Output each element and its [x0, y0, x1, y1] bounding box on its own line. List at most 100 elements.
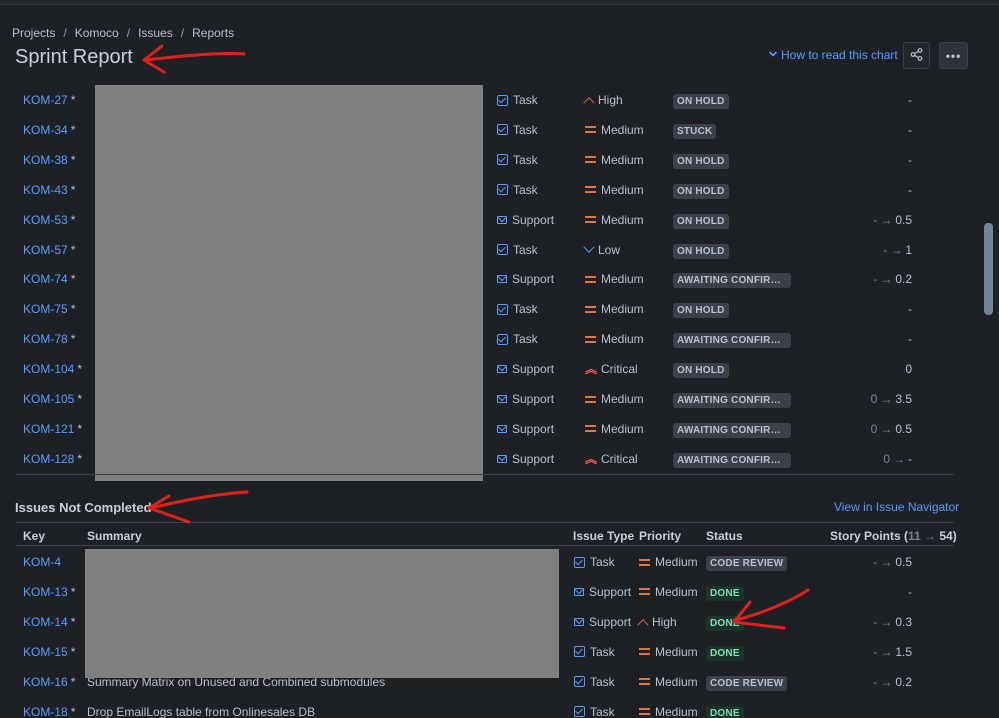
column-header-issue-type[interactable]: Issue Type [573, 529, 634, 543]
breadcrumb-separator: / [126, 26, 131, 40]
points-from: - [873, 644, 878, 659]
issue-type-label: Support [512, 272, 555, 287]
breadcrumb-link-projects[interactable]: Projects [12, 26, 55, 40]
task-checkbox-icon [574, 706, 585, 717]
issue-key-link[interactable]: KOM-4 [23, 555, 61, 569]
issue-key-link[interactable]: KOM-38 * [23, 153, 75, 167]
issue-type-cell: Task [497, 332, 538, 346]
issue-key-link[interactable]: KOM-105 * [23, 392, 82, 406]
issue-key-link[interactable]: KOM-14 * [23, 615, 75, 629]
points-arrow-icon: → [893, 451, 905, 466]
more-actions-button[interactable]: ••• [939, 42, 968, 69]
support-envelope-icon [574, 587, 584, 596]
issue-type-label: Task [513, 302, 538, 317]
issue-type-cell: Support [574, 585, 631, 599]
issue-type-label: Support [512, 451, 555, 466]
task-checkbox-icon [574, 556, 585, 568]
priority-cell: ︽ Critical [585, 362, 638, 376]
priority-cell: Medium [639, 585, 698, 599]
issue-type-cell: Task [497, 302, 538, 316]
issue-key-link[interactable]: KOM-27 * [23, 93, 75, 107]
priority-high-icon [583, 97, 595, 109]
redacted-summary-block [95, 85, 483, 481]
story-points-cell: - [908, 123, 912, 137]
share-button[interactable] [903, 42, 930, 69]
breadcrumb-link-komoco[interactable]: Komoco [75, 26, 119, 40]
status-lozenge: AWAITING CONFIRMATION [673, 393, 791, 408]
issue-key: KOM-75 [23, 302, 68, 317]
issue-key-link[interactable]: KOM-53 * [23, 213, 75, 227]
task-checkbox-icon [497, 154, 508, 166]
task-checkbox-icon [497, 303, 508, 315]
points-to: 0.5 [895, 555, 912, 569]
status-lozenge: ON HOLD [673, 183, 729, 199]
story-points-cell: - [908, 585, 912, 599]
annotation-arrow-section [147, 490, 249, 524]
issue-key-link[interactable]: KOM-121 * [23, 422, 82, 436]
points-to: 0.5 [895, 212, 912, 227]
issue-key-link[interactable]: KOM-18 * [23, 705, 75, 718]
scrollbar-track[interactable] [982, 78, 995, 718]
issue-key-link[interactable]: KOM-43 * [23, 183, 75, 197]
scrollbar-thumb[interactable] [984, 223, 993, 315]
issue-key: KOM-43 [23, 182, 68, 197]
story-points-cell: - → 0.5 [873, 555, 912, 569]
points-to: - [908, 584, 912, 599]
priority-medium-icon [585, 186, 596, 194]
priority-cell: High [583, 93, 623, 109]
status-lozenge: STUCK [673, 123, 717, 139]
story-points-cell: 0 → - [883, 452, 912, 466]
points-from: 0 [870, 392, 878, 406]
priority-critical-icon: ︽ [585, 362, 598, 377]
issue-key: KOM-4 [23, 555, 62, 569]
column-header-story-points[interactable]: Story Points (11 → 54) [830, 529, 957, 543]
issue-changed-asterisk: * [70, 584, 76, 599]
support-envelope-icon [497, 395, 507, 403]
issue-changed-asterisk: * [77, 421, 83, 436]
issue-key-link[interactable]: KOM-78 * [23, 332, 75, 346]
column-header-priority[interactable]: Priority [639, 529, 681, 543]
issue-changed-asterisk: * [70, 614, 76, 629]
column-header-key[interactable]: Key [23, 529, 45, 543]
issue-key-link[interactable]: KOM-74 * [23, 272, 75, 286]
issue-key-link[interactable]: KOM-75 * [23, 302, 75, 316]
points-to: 0.3 [895, 614, 912, 629]
issue-type-cell: Support [497, 452, 554, 466]
issue-key: KOM-128 [23, 451, 75, 466]
status-lozenge: ON HOLD [673, 243, 729, 259]
issue-type-cell: Task [497, 93, 538, 107]
how-to-read-link[interactable]: How to read this chart [768, 48, 898, 62]
issue-key: KOM-27 [23, 93, 68, 107]
issue-key-link[interactable]: KOM-128 * [23, 452, 82, 466]
points-to: 0.5 [895, 421, 912, 436]
priority-medium-icon [639, 588, 650, 596]
column-header-summary[interactable]: Summary [87, 529, 142, 543]
points-arrow-icon: → [880, 674, 893, 689]
issue-key-link[interactable]: KOM-15 * [23, 645, 75, 659]
support-envelope-icon [497, 454, 507, 463]
issue-key-link[interactable]: KOM-34 * [23, 123, 75, 137]
issue-summary[interactable]: Drop EmailLogs table from Onlinesales DB [87, 705, 315, 718]
issue-type-label: Task [513, 152, 538, 167]
issue-key: KOM-121 [23, 421, 75, 436]
points-from: 0 [870, 421, 878, 436]
issue-key-link[interactable]: KOM-57 * [23, 243, 75, 257]
breadcrumb-link-reports[interactable]: Reports [192, 26, 234, 40]
issue-key-link[interactable]: KOM-104 * [23, 362, 82, 376]
issue-changed-asterisk: * [70, 212, 76, 227]
issue-key: KOM-16 [23, 674, 68, 689]
status-lozenge: AWAITING CONFIRMATION [673, 333, 791, 349]
status-lozenge: ON HOLD [673, 363, 729, 379]
story-points-cell: - → 0.3 [873, 615, 912, 629]
issue-key-link[interactable]: KOM-13 * [23, 585, 75, 599]
issue-changed-asterisk: * [70, 152, 76, 167]
issue-key: KOM-15 [23, 644, 68, 659]
breadcrumb-link-issues[interactable]: Issues [138, 26, 173, 40]
column-header-status[interactable]: Status [706, 529, 743, 543]
priority-label: Medium [655, 584, 698, 599]
issue-key-link[interactable]: KOM-16 * [23, 675, 75, 689]
view-in-issue-navigator-link[interactable]: View in Issue Navigator [834, 500, 959, 514]
breadcrumb-separator: / [180, 26, 185, 40]
points-to: - [908, 451, 912, 466]
story-points-label: Story Points ( [830, 529, 909, 543]
